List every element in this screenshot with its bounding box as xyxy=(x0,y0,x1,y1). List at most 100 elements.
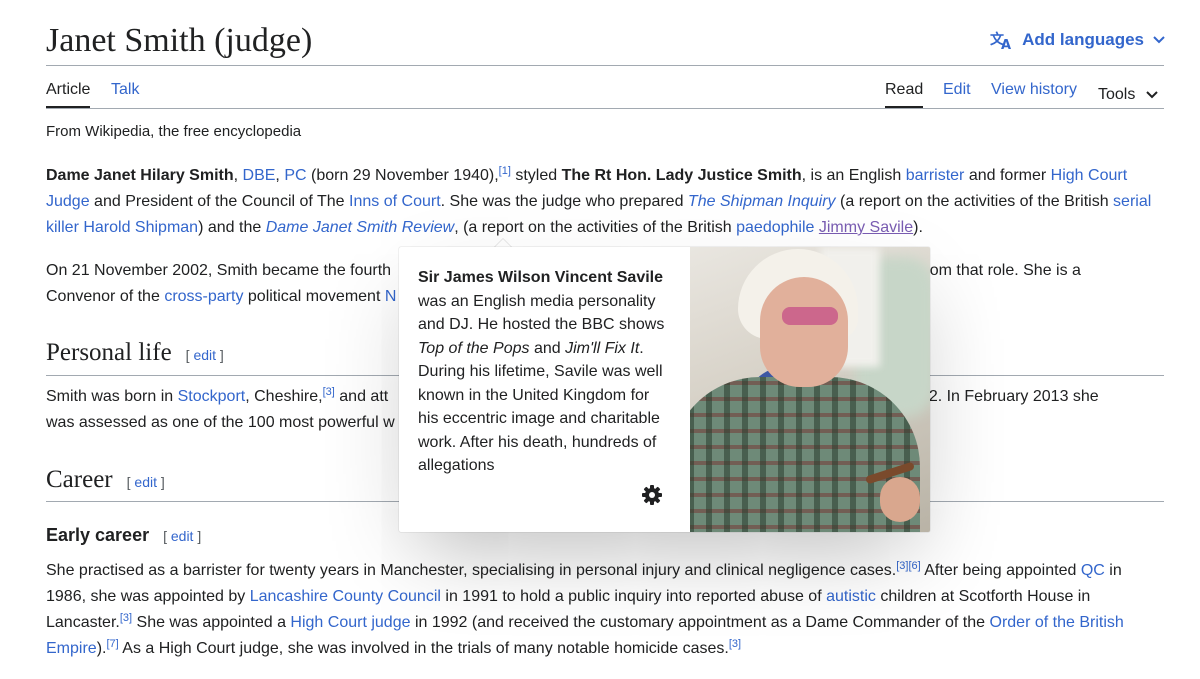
ref-3[interactable]: [3] xyxy=(729,638,741,650)
text: On 21 November 2002, Smith became the fo… xyxy=(46,262,392,279)
link-high-court-judge[interactable]: High Court judge xyxy=(290,614,410,631)
text: After being appointed xyxy=(924,562,1077,579)
add-languages-label: Add languages xyxy=(1022,30,1144,49)
link-review[interactable]: Dame Janet Smith Review xyxy=(266,219,455,236)
link-dbe[interactable]: DBE xyxy=(243,167,276,184)
site-tagline: From Wikipedia, the free encyclopedia xyxy=(46,123,302,140)
text: She was appointed a xyxy=(136,614,286,631)
lead-paragraph: Dame Janet Hilary Smith, DBE, PC (born 2… xyxy=(46,165,1152,237)
link-barrister[interactable]: barrister xyxy=(906,167,965,184)
section-heading-personal-life: Personal life [ edit ] xyxy=(46,339,224,367)
link-truncated[interactable]: N xyxy=(385,288,397,305)
text: and att xyxy=(339,388,389,405)
preview-subject: Sir James Wilson Vincent Savile xyxy=(418,269,663,286)
gear-icon[interactable] xyxy=(641,484,663,506)
tools-menu[interactable]: Tools xyxy=(1098,81,1159,108)
text: was an English media personality and DJ.… xyxy=(418,292,665,334)
text: ). xyxy=(913,219,923,236)
translate-icon: 文 A xyxy=(990,31,1011,50)
text-fade xyxy=(599,452,679,476)
text: in 1992 (and received the customary appo… xyxy=(414,614,986,631)
ref-3[interactable]: [3] xyxy=(323,386,335,398)
title-divider xyxy=(46,65,1164,66)
style-name: The Rt Hon. Lady Justice Smith xyxy=(561,167,802,184)
italic-title: Top of the Pops xyxy=(418,339,530,357)
tab-article[interactable]: Article xyxy=(46,81,91,108)
heading-text: Personal life xyxy=(46,339,172,366)
preview-extract[interactable]: Sir James Wilson Vincent Savile was an E… xyxy=(418,266,673,476)
photo-hand xyxy=(880,477,920,522)
text: Convenor of the xyxy=(46,288,160,305)
text: , is an English xyxy=(801,167,902,184)
text: styled xyxy=(515,167,558,184)
italic-title: The Shipman Inquiry xyxy=(687,193,836,210)
early-career-paragraph: She practised as a barrister for twenty … xyxy=(46,558,1166,662)
link-autistic[interactable]: autistic xyxy=(826,588,876,605)
link-harold-shipman[interactable]: Harold Shipman xyxy=(83,219,198,236)
bracket: [ xyxy=(126,474,131,490)
section-heading-career: Career [ edit ] xyxy=(46,466,165,494)
bracket: [ xyxy=(163,528,167,544)
ref-6[interactable]: [6] xyxy=(908,560,920,572)
italic-title: Jim'll Fix It xyxy=(565,339,640,357)
text: (a report on the activities of the Briti… xyxy=(840,193,1109,210)
text: ). xyxy=(96,640,107,657)
tab-edit[interactable]: Edit xyxy=(943,81,971,108)
photo-face xyxy=(760,277,848,387)
bracket: [ xyxy=(185,347,190,363)
text: . She was the judge who prepared xyxy=(440,193,684,210)
text: and President of the Council of The xyxy=(94,193,345,210)
italic-title: Dame Janet Smith Review xyxy=(265,219,455,236)
bracket: ] xyxy=(219,347,224,363)
link-lancashire[interactable]: Lancashire County Council xyxy=(250,588,441,605)
text: As a High Court judge, she was involved … xyxy=(122,640,729,657)
link-pc[interactable]: PC xyxy=(284,167,306,184)
tab-read[interactable]: Read xyxy=(885,81,924,108)
page-preview-popup[interactable]: Sir James Wilson Vincent Savile was an E… xyxy=(399,247,930,532)
ref-3[interactable]: [3] xyxy=(896,560,908,572)
edit-section-link[interactable]: edit xyxy=(134,474,157,490)
section-edit: [ edit ] xyxy=(186,347,224,363)
text: , Cheshire, xyxy=(245,388,323,405)
photo-glasses xyxy=(782,307,838,325)
text: from that role. She is a xyxy=(919,262,1081,279)
link-qc[interactable]: QC xyxy=(1081,562,1105,579)
link-cross-party[interactable]: cross-party xyxy=(164,288,243,305)
heading-text: Career xyxy=(46,466,113,493)
heading-text: Early career xyxy=(46,525,150,545)
chevron-down-icon xyxy=(1146,90,1159,98)
tabs-divider xyxy=(46,108,1164,109)
link-paedophile[interactable]: paedophile xyxy=(736,219,814,236)
tab-talk[interactable]: Talk xyxy=(111,81,139,108)
ref-1[interactable]: [1] xyxy=(499,165,511,177)
text: ) and the xyxy=(198,219,262,236)
preview-thumbnail-image[interactable] xyxy=(690,247,930,532)
link-inns-of-court[interactable]: Inns of Court xyxy=(349,193,441,210)
section-edit: [ edit ] xyxy=(163,528,201,544)
add-languages-button[interactable]: 文 A Add languages xyxy=(990,30,1166,50)
birth-text: (born 29 November 1940), xyxy=(311,167,499,184)
text: political movement xyxy=(247,288,381,305)
page-title: Janet Smith (judge) xyxy=(46,22,313,59)
edit-section-link[interactable]: edit xyxy=(171,528,194,544)
link-shipman-inquiry[interactable]: The Shipman Inquiry xyxy=(688,193,836,210)
text: in 1991 to hold a public inquiry into re… xyxy=(445,588,822,605)
section-edit: [ edit ] xyxy=(127,474,165,490)
section-heading-early-career: Early career [ edit ] xyxy=(46,525,201,546)
chevron-down-icon xyxy=(1153,36,1165,44)
bracket: ] xyxy=(160,474,165,490)
edit-section-link[interactable]: edit xyxy=(193,347,216,363)
text: and xyxy=(533,339,561,357)
text: She practised as a barrister for twenty … xyxy=(46,562,897,579)
tab-view-history[interactable]: View history xyxy=(991,81,1077,108)
ref-7[interactable]: [7] xyxy=(106,638,118,650)
text: Smith was born in xyxy=(46,388,174,405)
subject-name: Dame Janet Hilary Smith xyxy=(46,167,234,184)
tools-label: Tools xyxy=(1098,85,1136,103)
link-stockport[interactable]: Stockport xyxy=(178,388,246,405)
bracket: ] xyxy=(197,528,202,544)
text: was assessed as one of the 100 most powe… xyxy=(46,414,395,431)
text: , (a report on the activities of the Bri… xyxy=(454,219,732,236)
link-jimmy-savile[interactable]: Jimmy Savile xyxy=(819,219,913,236)
ref-3[interactable]: [3] xyxy=(120,612,132,624)
